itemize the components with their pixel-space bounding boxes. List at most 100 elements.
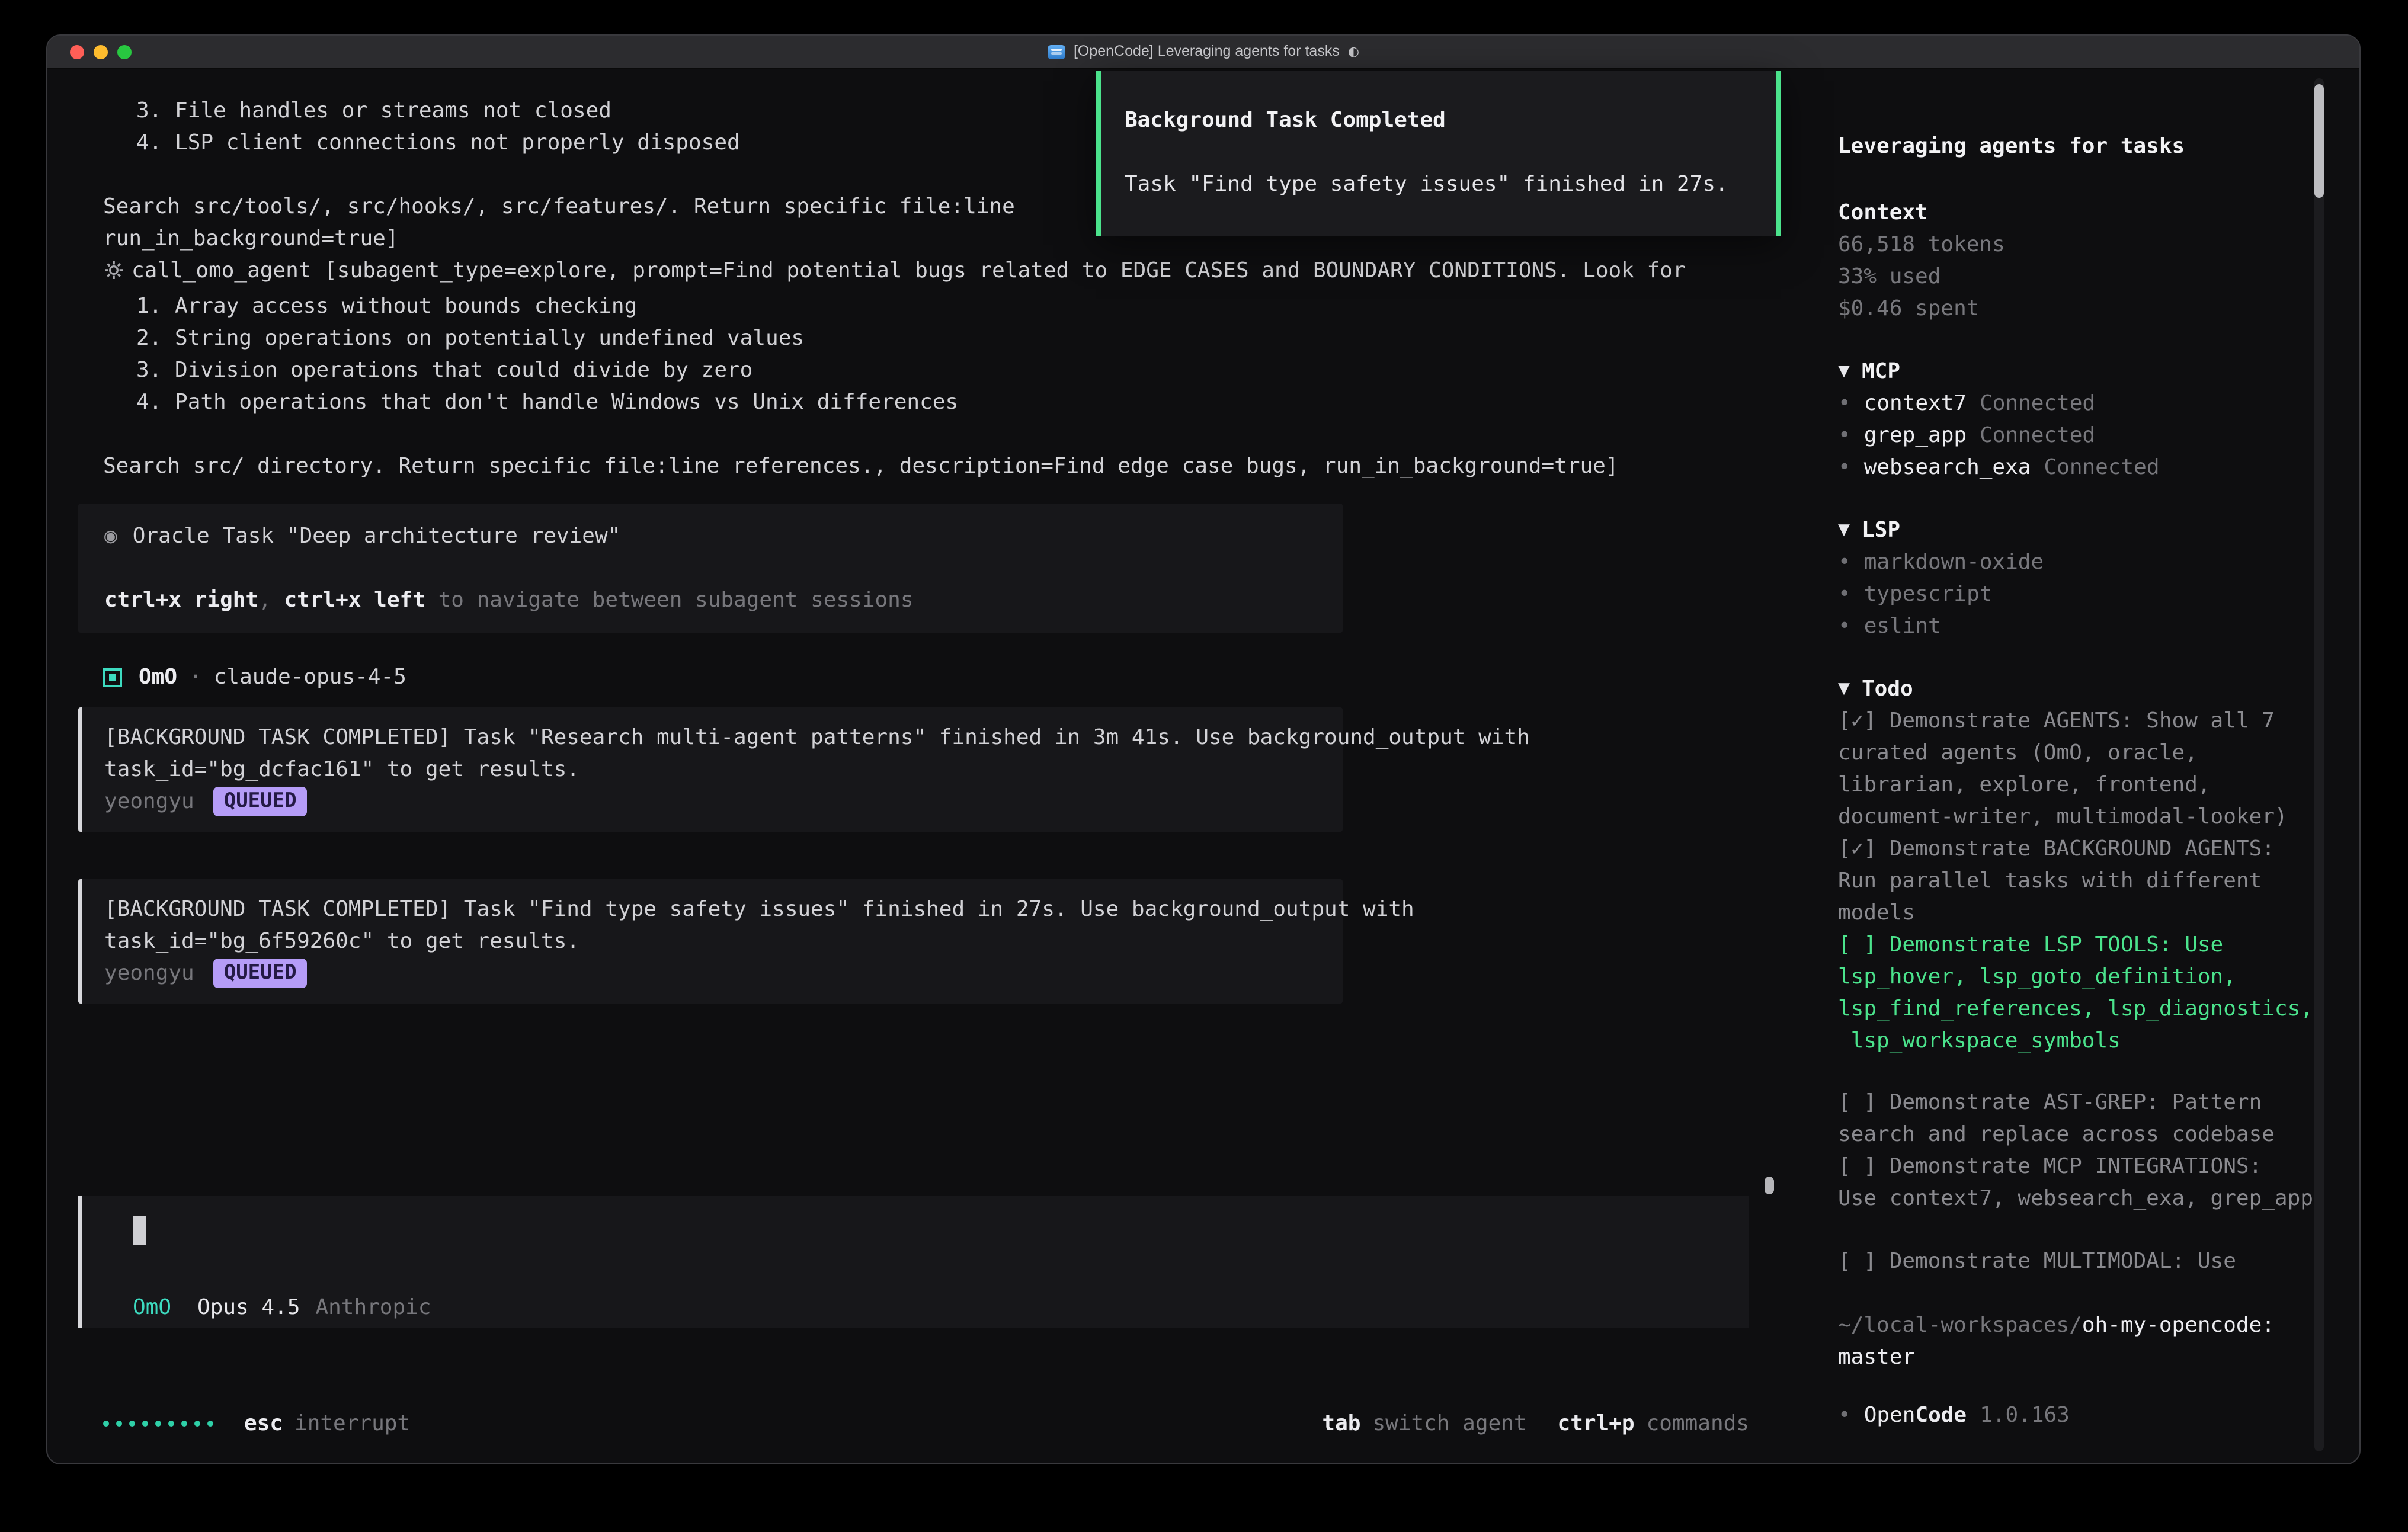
status-badge: QUEUED — [213, 787, 308, 816]
mcp-item-name: context7 — [1864, 391, 1967, 416]
tab-key-label: switch agent — [1372, 1408, 1526, 1440]
todo-line: [ ] Demonstrate MCP INTEGRATIONS: — [1838, 1150, 2319, 1182]
mcp-item: • context7 Connected — [1838, 387, 2319, 419]
todo-line: [✓] Demonstrate AGENTS: Show all 7 — [1838, 705, 2319, 737]
todo-item: [ ] Demonstrate MCP INTEGRATIONS: Use co… — [1838, 1150, 2319, 1214]
lsp-item-name: eslint — [1864, 614, 1941, 639]
status-badge: QUEUED — [213, 959, 308, 988]
status-bar-right: tab switch agent ctrl+p commands — [1322, 1408, 1749, 1440]
todo-line: curated agents (OmO, oracle, — [1838, 737, 2319, 769]
lsp-section-header[interactable]: ▼ LSP — [1838, 514, 2319, 546]
ctrlp-key-label: commands — [1647, 1408, 1749, 1440]
tool-call-arg-line: Search src/ directory. Return specific f… — [103, 450, 1749, 482]
workspace-branch: master — [1838, 1341, 2319, 1373]
agent-header: OmO · claude-opus-4-5 — [103, 661, 1749, 693]
lsp-item-name: markdown-oxide — [1864, 550, 2044, 575]
window-body: 3. File handles or streams not closed 4.… — [47, 69, 2359, 1463]
toast-title: Background Task Completed — [1125, 104, 1748, 136]
lsp-item: •eslint — [1838, 610, 2319, 642]
todo-section-header[interactable]: ▼Todo — [1838, 673, 2319, 705]
active-model-name: Opus 4.5 — [197, 1291, 300, 1323]
todo-line: lsp_find_references, lsp_diagnostics, — [1838, 993, 2319, 1025]
oracle-icon: ◉ — [104, 524, 117, 549]
record-indicator-icon: ◐ — [1348, 36, 1359, 68]
sidebar-scrollbar-track — [2314, 78, 2324, 1451]
bullet-icon: • — [1838, 391, 1851, 416]
context-used: 33% used — [1838, 261, 2319, 293]
lsp-item: • typescript — [1838, 578, 2319, 610]
bullet-icon: • — [1838, 455, 1851, 480]
message-line: [BACKGROUND TASK COMPLETED] Task "Find t… — [104, 893, 1319, 925]
todo-line: document-writer, multimodal-looker) — [1838, 801, 2319, 833]
mcp-item-name: websearch_exa — [1864, 455, 2031, 480]
context-tokens: 66,518 tokens — [1838, 229, 2319, 261]
oracle-hint-line: ctrl+x right, ctrl+x left to navigate be… — [104, 584, 1317, 616]
ctrlp-key-hint: ctrl+p — [1558, 1408, 1635, 1440]
terminal-blank-line — [78, 418, 1749, 450]
mcp-section-header[interactable]: ▼MCP — [1838, 355, 2319, 387]
opencode-window: [OpenCode] Leveraging agents for tasks ◐… — [46, 34, 2361, 1464]
todo-line: models — [1838, 897, 2319, 929]
todo-line: [✓] Demonstrate BACKGROUND AGENTS: — [1838, 833, 2319, 865]
app-version-number: 1.0.163 — [1980, 1399, 2070, 1431]
bullet-icon: • — [1838, 1399, 1851, 1431]
todo-item: [✓] Demonstrate AGENTS: Show all 7 curat… — [1838, 705, 2319, 833]
chevron-down-icon: ▼ — [1838, 363, 1850, 380]
app-name-bold: Code — [1915, 1399, 1967, 1431]
workspace-path-prefix: ~/local-workspaces/ — [1838, 1313, 2082, 1338]
prompt-input[interactable]: OmO Opus 4.5 Anthropic — [78, 1196, 1749, 1328]
mcp-item-name: grep_app — [1864, 423, 1967, 448]
todo-item: [ ] Demonstrate AST-GREP: Pattern search… — [1838, 1086, 2319, 1150]
titlebar[interactable]: [OpenCode] Leveraging agents for tasks ◐ — [47, 36, 2359, 69]
input-cursor-line — [133, 1216, 1725, 1255]
close-button[interactable] — [70, 45, 84, 59]
oracle-title: Oracle Task "Deep architecture review" — [133, 524, 621, 549]
zoom-button[interactable] — [117, 45, 132, 59]
message-block: [BACKGROUND TASK COMPLETED] Task "Resear… — [78, 707, 1343, 832]
terminal-blank-line — [104, 552, 1317, 584]
bullet-icon: • — [1838, 423, 1851, 448]
tab-key-hint: tab — [1322, 1408, 1360, 1440]
lsp-item-name: typescript — [1864, 582, 1993, 607]
tool-call-arg-line: 4. Path operations that don't handle Win… — [136, 386, 1749, 418]
shortcut-right: ctrl+x right — [104, 588, 258, 613]
todo-line: [ ] Demonstrate LSP TOOLS: Use — [1838, 929, 2319, 961]
todo-line: [ ] Demonstrate AST-GREP: Pattern — [1838, 1086, 2319, 1118]
active-agent-name: OmO — [133, 1291, 171, 1323]
todo-heading-label: Todo — [1862, 677, 1913, 701]
todo-line: [ ] Demonstrate MULTIMODAL: Use — [1838, 1245, 2319, 1277]
status-bar: esc interrupt tab switch agent ctrl+p co… — [103, 1408, 1749, 1440]
workspace-repo: oh-my-opencode: — [2082, 1313, 2275, 1338]
message-line: task_id="bg_dcfac161" to get results. — [104, 754, 1319, 786]
text-cursor — [133, 1216, 146, 1245]
sidebar-scrollbar-thumb[interactable] — [2314, 84, 2324, 198]
mcp-item-status: Connected — [1980, 391, 2095, 416]
todo-item: [ ] Demonstrate MULTIMODAL: Use — [1838, 1245, 2319, 1277]
model-provider: Anthropic — [315, 1291, 431, 1323]
bullet-icon: • — [1838, 550, 1851, 575]
background-task-toast[interactable]: Background Task Completed Task "Find typ… — [1096, 71, 1781, 236]
workspace-path: ~/local-workspaces/oh-my-opencode: — [1838, 1309, 2319, 1341]
conversation-pane: 3. File handles or streams not closed 4.… — [47, 69, 1802, 1463]
mcp-item-status: Connected — [1980, 423, 2095, 448]
traffic-lights — [70, 45, 132, 59]
session-title: Leveraging agents for tasks — [1838, 130, 2319, 162]
todo-item: [✓] Demonstrate BACKGROUND AGENTS: Run p… — [1838, 833, 2319, 929]
agent-square-icon — [103, 668, 122, 687]
chevron-down-icon: ▼ — [1838, 521, 1850, 539]
tool-call-text: call_omo_agent [subagent_type=explore, p… — [132, 258, 1686, 283]
message-author: yeongyu — [104, 786, 194, 818]
esc-key-label: interrupt — [294, 1408, 410, 1440]
bullet-icon: • — [1838, 582, 1851, 607]
main-scrollbar-thumb[interactable] — [1765, 1177, 1774, 1194]
lsp-heading-label: LSP — [1862, 518, 1900, 543]
context-spent: $0.46 spent — [1838, 293, 2319, 325]
app-icon — [1048, 44, 1065, 59]
esc-key-hint: esc — [244, 1408, 283, 1440]
tool-call-arg-line: 2. String operations on potentially unde… — [136, 322, 1749, 354]
todo-line: lsp_hover, lsp_goto_definition, — [1838, 961, 2319, 993]
minimize-button[interactable] — [94, 45, 108, 59]
workspace-info: ~/local-workspaces/oh-my-opencode: maste… — [1838, 1309, 2319, 1373]
tool-call-arg-line: 3. Division operations that could divide… — [136, 354, 1749, 386]
shortcut-left: ctrl+x left — [284, 588, 425, 613]
